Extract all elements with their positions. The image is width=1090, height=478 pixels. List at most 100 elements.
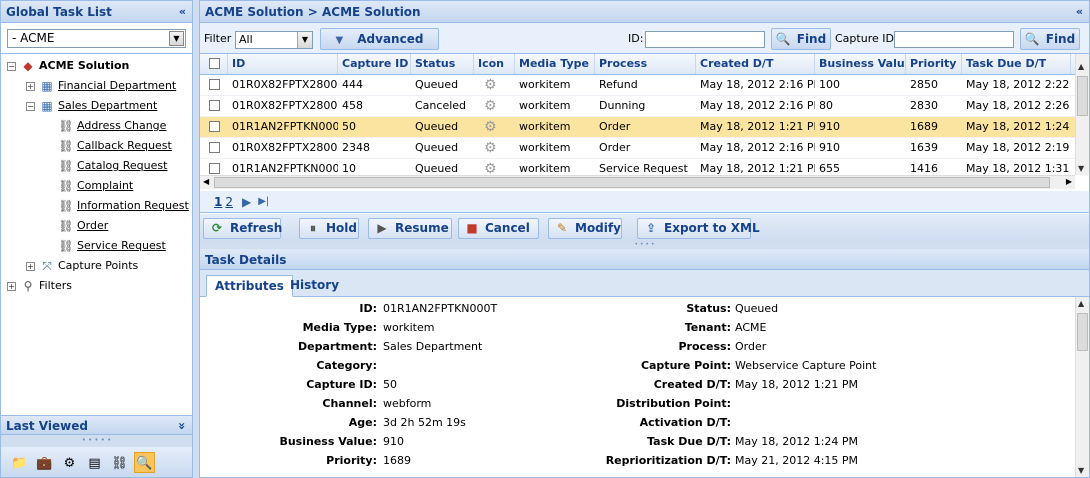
task-list-header: ACME Solution > ACME Solution « xyxy=(200,1,1089,23)
table-cell: 80 xyxy=(819,99,833,112)
briefcase-icon[interactable]: 💼 xyxy=(34,452,55,473)
scroll-down-icon[interactable]: ▼ xyxy=(1078,164,1084,173)
row-checkbox[interactable] xyxy=(209,142,220,153)
collapse-right-icon[interactable]: « xyxy=(1076,1,1083,23)
row-checkbox[interactable] xyxy=(209,100,220,111)
tree-item[interactable]: ⛓ Service Request xyxy=(1,236,192,256)
column-header[interactable]: Capture ID xyxy=(338,54,411,74)
last-page-icon[interactable]: ▶| xyxy=(258,196,269,207)
scroll-up-icon[interactable]: ▲ xyxy=(1078,62,1084,71)
search-icon[interactable]: 🔍 xyxy=(134,451,155,473)
table-row[interactable]: 01R0X82FPTX28001 458 Canceled ⚙ workitem Dunn… xyxy=(200,96,1075,117)
filter-select[interactable]: All ▼ xyxy=(235,31,313,49)
tree-item[interactable]: ⛓ Callback Request xyxy=(1,136,192,156)
expand-last-viewed-icon[interactable]: » xyxy=(172,422,192,430)
filter-select-value: All xyxy=(239,33,253,46)
tree-item[interactable]: + ⚲ Filters xyxy=(1,276,192,296)
icon-cell: ⚙ xyxy=(474,96,515,116)
column-header[interactable]: Created D/T xyxy=(696,54,815,74)
solution-tree: − ◆ ACME Solution + ▦ Financial Department − ▦ S… xyxy=(1,54,192,409)
table-row[interactable]: 01R0X82FPTX28002 444 Queued ⚙ workitem Refund… xyxy=(200,75,1075,96)
horizontal-splitter[interactable]: • • • • xyxy=(200,242,1089,249)
scroll-left-icon[interactable]: ◀ xyxy=(203,177,209,186)
table-cell: May 18, 2012 2:22 PM xyxy=(966,78,1071,91)
tree-item[interactable]: − ▦ Sales Department xyxy=(1,96,192,116)
attribute-label: Task Due D/T: xyxy=(647,435,731,448)
page-link[interactable]: 1 xyxy=(214,195,222,209)
process-icon[interactable]: ⛓ xyxy=(109,452,130,473)
tree-item-label: Filters xyxy=(39,279,72,292)
column-header[interactable]: Icon xyxy=(474,54,515,74)
capture-points-icon: ⤧ xyxy=(42,259,52,273)
details-scroll-thumb[interactable] xyxy=(1077,313,1088,351)
export-to-xml-button[interactable]: ⇪ Export to XML xyxy=(637,218,760,239)
row-checkbox[interactable] xyxy=(209,121,220,132)
tab-history[interactable]: History xyxy=(282,275,347,297)
scroll-down-icon[interactable]: ▼ xyxy=(1078,466,1084,475)
tree-item[interactable]: ⛓ Complaint xyxy=(1,176,192,196)
id-input[interactable] xyxy=(645,31,765,48)
scroll-right-icon[interactable]: ▶ xyxy=(1066,177,1072,186)
table-row[interactable]: 01R1AN2FPTKN000M 10 Queued ⚙ workitem Service… xyxy=(200,159,1075,175)
select-all-checkbox[interactable] xyxy=(209,58,220,69)
next-page-icon[interactable]: ▶ xyxy=(242,195,251,209)
table-cell: Order xyxy=(599,120,631,133)
details-vertical-scrollbar[interactable]: ▲ ▼ xyxy=(1075,297,1089,477)
folder-icon[interactable]: 📁 xyxy=(9,452,30,473)
attribute-value: Queued xyxy=(735,302,779,315)
chevron-down-icon[interactable]: ▼ xyxy=(297,32,312,48)
table-cell: 01R0X82FPTX28002 xyxy=(232,78,338,91)
tree-item[interactable]: ⛓ Catalog Request xyxy=(1,156,192,176)
column-header[interactable]: ID xyxy=(228,54,338,74)
expand-icon[interactable]: + xyxy=(26,81,35,91)
capture-id-input[interactable] xyxy=(894,31,1014,48)
scroll-up-icon[interactable]: ▲ xyxy=(1078,299,1084,308)
modify-button[interactable]: ✎ Modify xyxy=(548,218,622,239)
chevron-down-icon[interactable]: ▼ xyxy=(169,31,184,46)
column-header[interactable]: Task Due D/T xyxy=(962,54,1071,74)
last-viewed-header[interactable]: Last Viewed » xyxy=(1,415,192,435)
column-header[interactable]: Priority xyxy=(906,54,962,74)
tree-item[interactable]: + ▦ Financial Department xyxy=(1,76,192,96)
left-splitter[interactable]: • • • • • xyxy=(1,435,192,447)
find-id-button[interactable]: 🔍 Find xyxy=(771,28,831,50)
tree-item[interactable]: ⛓ Address Change xyxy=(1,116,192,136)
column-header[interactable]: Media Type xyxy=(515,54,595,74)
expand-icon[interactable]: + xyxy=(26,261,35,271)
column-header[interactable]: Status xyxy=(411,54,474,74)
grid-scroll-thumb[interactable] xyxy=(1077,76,1088,116)
collapse-icon[interactable]: − xyxy=(26,101,35,111)
row-checkbox[interactable] xyxy=(209,163,220,174)
column-header[interactable]: Process xyxy=(595,54,696,74)
find-capture-button[interactable]: 🔍 Find xyxy=(1020,28,1080,50)
tree-item[interactable]: − ◆ ACME Solution xyxy=(1,56,192,76)
process-icon: ⛓ xyxy=(58,119,74,133)
gear-icon[interactable]: ⚙ xyxy=(59,452,80,473)
column-header[interactable]: Business Value xyxy=(815,54,906,74)
expand-icon[interactable]: + xyxy=(7,281,16,291)
global-task-list-panel: Global Task List « - ACME ▼ − ◆ ACME Solut… xyxy=(0,0,193,478)
row-checkbox[interactable] xyxy=(209,79,220,90)
table-row[interactable]: 01R1AN2FPTKN000T 50 Queued ⚙ workitem Order Ma… xyxy=(200,117,1075,138)
list-icon[interactable]: ▤ xyxy=(84,452,105,473)
advanced-button[interactable]: ▼ Advanced xyxy=(320,28,439,50)
tree-item[interactable]: ⛓ Information Request xyxy=(1,196,192,216)
tree-item[interactable]: ⛓ Order xyxy=(1,216,192,236)
hold-button[interactable]: ⏸ Hold xyxy=(299,218,359,239)
tenant-select[interactable]: - ACME ▼ xyxy=(7,29,186,48)
grid-horizontal-scrollbar[interactable]: ◀ ▶ xyxy=(200,175,1075,189)
table-row[interactable]: 01R0X82FPTX28003 2348 Queued ⚙ workitem Order… xyxy=(200,138,1075,159)
tab-attributes[interactable]: Attributes xyxy=(206,275,293,297)
grid-vertical-scrollbar[interactable]: ▲ ▼ xyxy=(1075,54,1089,175)
attribute-label: Reprioritization D/T: xyxy=(605,454,731,467)
collapse-icon[interactable]: − xyxy=(7,61,16,71)
page-link[interactable]: 2 xyxy=(225,195,233,209)
cancel-button[interactable]: ■ Cancel xyxy=(458,218,539,239)
tree-item-label: Address Change xyxy=(77,119,167,132)
collapse-left-icon[interactable]: « xyxy=(179,1,186,23)
tree-item[interactable]: + ⤧ Capture Points xyxy=(1,256,192,276)
resume-button[interactable]: ▶ Resume xyxy=(368,218,452,239)
refresh-button[interactable]: ⟳ Refresh xyxy=(203,218,282,239)
stop-icon: ■ xyxy=(466,221,478,235)
grid-hscroll-thumb[interactable] xyxy=(214,177,1050,188)
